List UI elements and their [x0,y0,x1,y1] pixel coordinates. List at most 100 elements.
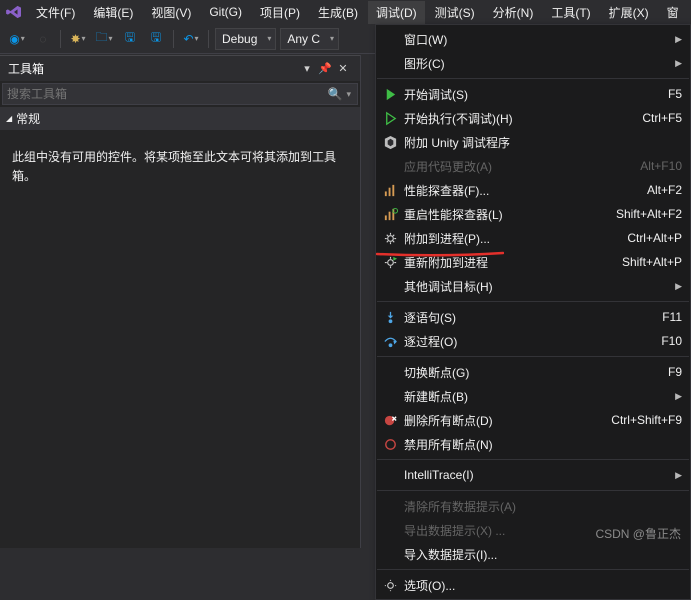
menu-item-label: 性能探查器(F)... [404,182,635,199]
menu-item[interactable]: IntelliTrace(I) ▶ [376,463,690,487]
menu-item-label: 图形(C) [404,55,669,72]
vs-logo-icon [4,4,24,20]
menu-project[interactable]: 项目(P) [252,1,308,24]
menu-item-label: 清除所有数据提示(A) [404,498,682,515]
play-hollow-icon [380,111,400,126]
nav-back-button[interactable]: ◉▾ [6,28,28,50]
toolbox-group-header[interactable]: ◢ 常规 [0,107,360,130]
gear-icon [380,231,400,246]
menu-item-label: 禁用所有断点(N) [404,436,682,453]
menu-item-shortcut: Shift+Alt+F2 [616,207,682,221]
menu-edit[interactable]: 编辑(E) [85,1,141,24]
menu-extensions[interactable]: 扩展(X) [601,1,657,24]
menu-item[interactable]: 窗口(W)▶ [376,27,690,51]
menu-item[interactable]: 重新附加到进程 Shift+Alt+P [376,250,690,274]
menu-separator [377,490,689,491]
menu-item[interactable]: 导入数据提示(I)... [376,542,690,566]
perf-icon [380,183,400,198]
menu-item[interactable]: 其他调试目标(H) ▶ [376,274,690,298]
search-icon[interactable]: 🔍 [328,87,343,101]
menu-item-label: 切换断点(G) [404,364,656,381]
menu-item-shortcut: F9 [668,365,682,379]
menu-item-shortcut: Alt+F2 [647,183,682,197]
menu-separator [377,301,689,302]
menu-item-label: 开始执行(不调试)(H) [404,110,630,127]
save-all-icon[interactable]: 🖫 [145,28,167,50]
unity-icon [380,135,400,150]
toolbox-search[interactable]: 🔍 ▾ [2,83,358,105]
menu-item[interactable]: 图形(C) ▶ [376,51,690,75]
menu-tools[interactable]: 工具(T) [543,1,598,24]
menu-item[interactable]: 开始执行(不调试)(H)Ctrl+F5 [376,106,690,130]
menu-item-shortcut: F11 [662,310,682,324]
close-icon[interactable]: ✕ [334,62,352,75]
gear-simple-icon [380,578,400,593]
gear-reattach-icon [380,255,400,270]
undo-icon[interactable]: ↶▾ [180,28,202,50]
menu-test[interactable]: 测试(S) [427,1,483,24]
submenu-arrow-icon: ▶ [675,470,682,481]
step-into-icon [380,310,400,325]
menu-debug[interactable]: 调试(D) [368,1,425,24]
menu-item-label: 重新附加到进程 [404,254,610,271]
menu-item[interactable]: 重启性能探查器(L) Shift+Alt+F2 [376,202,690,226]
menu-separator [377,459,689,460]
menubar: 文件(F) 编辑(E) 视图(V) Git(G) 项目(P) 生成(B) 调试(… [0,0,691,24]
menu-item: 清除所有数据提示(A) [376,494,690,518]
menu-item-label: 重启性能探查器(L) [404,206,604,223]
new-project-icon[interactable]: ✸▾ [67,28,89,50]
menu-view[interactable]: 视图(V) [143,1,199,24]
menu-item-label: 逐过程(O) [404,333,649,350]
config-dropdown[interactable]: Debug [215,28,276,50]
toolbar-separator [173,30,174,48]
platform-dropdown[interactable]: Any C [280,28,339,50]
menu-item[interactable]: 逐语句(S) F11 [376,305,690,329]
save-icon[interactable]: 🖫 [119,28,141,50]
menu-item-shortcut: F5 [668,87,682,101]
menu-file[interactable]: 文件(F) [28,1,83,24]
menu-item-label: 开始调试(S) [404,86,656,103]
menu-separator [377,78,689,79]
menu-separator [377,569,689,570]
menu-item-label: 新建断点(B) [404,388,669,405]
collapse-icon: ◢ [6,114,12,123]
menu-item-shortcut: F10 [661,334,682,348]
dropdown-icon[interactable]: ▾ [298,62,316,75]
menu-item[interactable]: 性能探查器(F)... Alt+F2 [376,178,690,202]
nav-forward-button[interactable]: ◌ [32,28,54,50]
submenu-arrow-icon: ▶ [675,34,682,45]
menu-item-shortcut: Alt+F10 [640,159,682,173]
menu-item-label: 删除所有断点(D) [404,412,599,429]
menu-item-shortcut: Shift+Alt+P [622,255,682,269]
search-input[interactable] [7,87,326,101]
pin-icon[interactable]: 📌 [316,62,334,75]
clear-search-icon[interactable]: ▾ [346,89,351,100]
menu-item[interactable]: 切换断点(G) F9 [376,360,690,384]
menu-item[interactable]: 新建断点(B)▶ [376,384,690,408]
menu-item-label: 其他调试目标(H) [404,278,669,295]
menu-git[interactable]: Git(G) [201,2,250,22]
menu-build[interactable]: 生成(B) [310,1,366,24]
menu-item[interactable]: 禁用所有断点(N) [376,432,690,456]
bp-delete-icon [380,413,400,428]
open-icon[interactable]: 🗀▾ [93,28,115,50]
submenu-arrow-icon: ▶ [675,281,682,292]
menu-item-label: IntelliTrace(I) [404,468,669,482]
menu-item[interactable]: 开始调试(S) F5 [376,82,690,106]
menu-item-label: 附加到进程(P)... [404,230,615,247]
menu-analyze[interactable]: 分析(N) [485,1,542,24]
menu-item[interactable]: 附加到进程(P)...Ctrl+Alt+P [376,226,690,250]
menu-item[interactable]: 附加 Unity 调试程序 [376,130,690,154]
submenu-arrow-icon: ▶ [675,58,682,69]
menu-item[interactable]: 删除所有断点(D) Ctrl+Shift+F9 [376,408,690,432]
toolbox-title: 工具箱 [8,60,44,77]
perf-restart-icon [380,207,400,222]
menu-item[interactable]: 逐过程(O) F10 [376,329,690,353]
menu-item-label: 逐语句(S) [404,309,650,326]
menu-item[interactable]: 选项(O)... [376,573,690,597]
menu-item-shortcut: Ctrl+Shift+F9 [611,413,682,427]
menu-window[interactable]: 窗 [659,1,687,24]
menu-item-label: 导入数据提示(I)... [404,546,682,563]
toolbox-empty-text: 此组中没有可用的控件。将某项拖至此文本可将其添加到工具箱。 [0,130,360,204]
toolbox-panel: 工具箱 ▾ 📌 ✕ 🔍 ▾ ◢ 常规 此组中没有可用的控件。将某项拖至此文本可将… [0,55,361,548]
